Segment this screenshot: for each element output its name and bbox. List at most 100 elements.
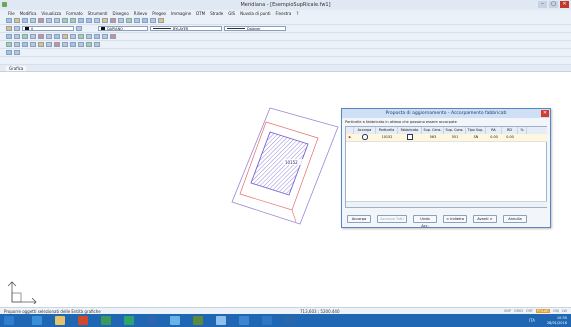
- pan-icon[interactable]: [86, 18, 92, 23]
- parcel-icon[interactable]: [30, 42, 36, 47]
- snap-intersection-icon[interactable]: [38, 34, 44, 39]
- undo-accorpa-button[interactable]: Undo Acc.: [413, 215, 437, 228]
- menu-modifica[interactable]: Modifica: [20, 11, 37, 16]
- layer-state-icon[interactable]: [14, 26, 20, 31]
- trim-icon[interactable]: [110, 34, 116, 39]
- snap-midpoint-icon[interactable]: [14, 34, 20, 39]
- menu-visualizza[interactable]: Visualizza: [41, 11, 61, 16]
- new-icon[interactable]: [6, 18, 12, 23]
- export-icon[interactable]: [78, 42, 84, 47]
- redo-icon[interactable]: [70, 18, 76, 23]
- col-rd[interactable]: RD: [502, 127, 518, 134]
- accorpa-button[interactable]: Accorpa: [347, 215, 371, 223]
- layer-manager-icon[interactable]: [6, 26, 12, 31]
- save-icon[interactable]: [22, 18, 28, 23]
- copy-icon[interactable]: [46, 18, 52, 23]
- menu-rilievo[interactable]: Rilievo: [134, 11, 147, 16]
- col-sup-cens[interactable]: Sup. Cens.: [422, 127, 444, 134]
- menu-disegno[interactable]: Disegno: [113, 11, 129, 16]
- col-ra[interactable]: RA: [486, 127, 502, 134]
- color-combo[interactable]: DAPIANO: [98, 26, 148, 31]
- pregeo-icon[interactable]: [86, 42, 92, 47]
- menu-dtm[interactable]: DTM: [196, 11, 205, 16]
- explorer-icon[interactable]: [55, 316, 65, 325]
- layer-tool-icon[interactable]: [94, 18, 100, 23]
- line-tool-icon[interactable]: [110, 18, 116, 23]
- app-icon-11[interactable]: [262, 316, 272, 325]
- mirror-icon[interactable]: [94, 34, 100, 39]
- zoom-window-icon[interactable]: [14, 50, 20, 55]
- col-accorpa[interactable]: Accorpa: [354, 127, 376, 134]
- circle-tool-icon[interactable]: [126, 18, 132, 23]
- offset-icon[interactable]: [102, 34, 108, 39]
- app-icon-4[interactable]: [101, 316, 111, 325]
- open-icon[interactable]: [14, 18, 20, 23]
- snap-perpendicular-icon[interactable]: [46, 34, 52, 39]
- accorpa-checkbox[interactable]: [362, 134, 368, 140]
- col-tipo-sup[interactable]: Tipo Sup.: [466, 127, 486, 134]
- col-fabbricato[interactable]: Fabbricato: [398, 127, 422, 134]
- maximize-button[interactable]: ▢: [549, 1, 558, 8]
- import-icon[interactable]: [70, 42, 76, 47]
- menu-nuvola[interactable]: Nuvola di punti: [240, 11, 270, 16]
- ie-icon[interactable]: [32, 316, 42, 325]
- start-icon[interactable]: [4, 316, 14, 325]
- linetype-combo[interactable]: BYLAYER: [150, 26, 222, 31]
- zoom-icon[interactable]: [78, 18, 84, 23]
- snap-endpoint-icon[interactable]: [6, 34, 12, 39]
- fabbricato-checkbox[interactable]: [407, 134, 413, 140]
- move-icon[interactable]: [70, 34, 76, 39]
- minimize-button[interactable]: –: [538, 1, 547, 8]
- layer-prev-icon[interactable]: [76, 26, 82, 31]
- survey-station-icon[interactable]: [14, 42, 20, 47]
- distance-icon[interactable]: [54, 42, 60, 47]
- app-icon-10[interactable]: [239, 316, 249, 325]
- undo-icon[interactable]: [62, 18, 68, 23]
- snap-node-icon[interactable]: [30, 34, 36, 39]
- menu-strade[interactable]: Strade: [210, 11, 223, 16]
- toggle-polar[interactable]: POLAR: [535, 309, 550, 313]
- grid-horizontal-scrollbar[interactable]: [346, 201, 547, 207]
- hatch-tool-icon[interactable]: [158, 18, 164, 23]
- menu-file[interactable]: File: [8, 11, 15, 16]
- toggle-snap[interactable]: SNP: [504, 309, 511, 313]
- col-sup-cons[interactable]: Sup. Cons.: [444, 127, 466, 134]
- polyline-tool-icon[interactable]: [118, 18, 124, 23]
- app-icon-9[interactable]: [216, 316, 226, 325]
- cancel-button[interactable]: Annulla: [503, 215, 527, 223]
- scale-icon[interactable]: [86, 34, 92, 39]
- tab-grafica[interactable]: Grafica: [6, 66, 27, 71]
- toggle-lineweight[interactable]: LW: [562, 309, 567, 313]
- cut-icon[interactable]: [38, 18, 44, 23]
- app-icon-12[interactable]: [285, 316, 295, 325]
- arc-tool-icon[interactable]: [134, 18, 140, 23]
- menu-strumenti[interactable]: Strumenti: [88, 11, 108, 16]
- system-tray[interactable]: ITA: [529, 318, 535, 323]
- building-icon[interactable]: [38, 42, 44, 47]
- menu-gis[interactable]: GIS: [228, 11, 235, 16]
- menu-immagine[interactable]: Immagine: [171, 11, 191, 16]
- raster-icon[interactable]: [94, 42, 100, 47]
- dimension-tool-icon[interactable]: [150, 18, 156, 23]
- table-row[interactable]: ▶ 10152 563 551 SN 0.00 0.00: [346, 134, 547, 142]
- text-tool-icon[interactable]: [142, 18, 148, 23]
- word-icon[interactable]: [147, 316, 157, 325]
- snap-tangent-icon[interactable]: [62, 34, 68, 39]
- menu-help[interactable]: ?: [296, 11, 298, 16]
- chrome-icon[interactable]: [78, 316, 88, 325]
- app-icon-7[interactable]: [170, 316, 180, 325]
- excel-icon[interactable]: [124, 316, 134, 325]
- area-icon[interactable]: [46, 42, 52, 47]
- col-particella[interactable]: Particella: [376, 127, 398, 134]
- paste-icon[interactable]: [54, 18, 60, 23]
- taskbar-clock[interactable]: 10:35 28/01/2016: [547, 316, 567, 325]
- toggle-grid[interactable]: GRID: [514, 309, 523, 313]
- triangle-icon[interactable]: [22, 42, 28, 47]
- snap-center-icon[interactable]: [22, 34, 28, 39]
- accorpa-tutti-button[interactable]: Accorpa Tutti: [377, 215, 407, 223]
- lineweight-combo[interactable]: Dalayer: [224, 26, 286, 31]
- menu-pregeo[interactable]: Pregeo: [152, 11, 166, 16]
- toggle-ortho[interactable]: ORT: [526, 309, 533, 313]
- meridiana-taskbar-icon[interactable]: [193, 316, 203, 325]
- dialog-close-button[interactable]: ✕: [541, 110, 549, 117]
